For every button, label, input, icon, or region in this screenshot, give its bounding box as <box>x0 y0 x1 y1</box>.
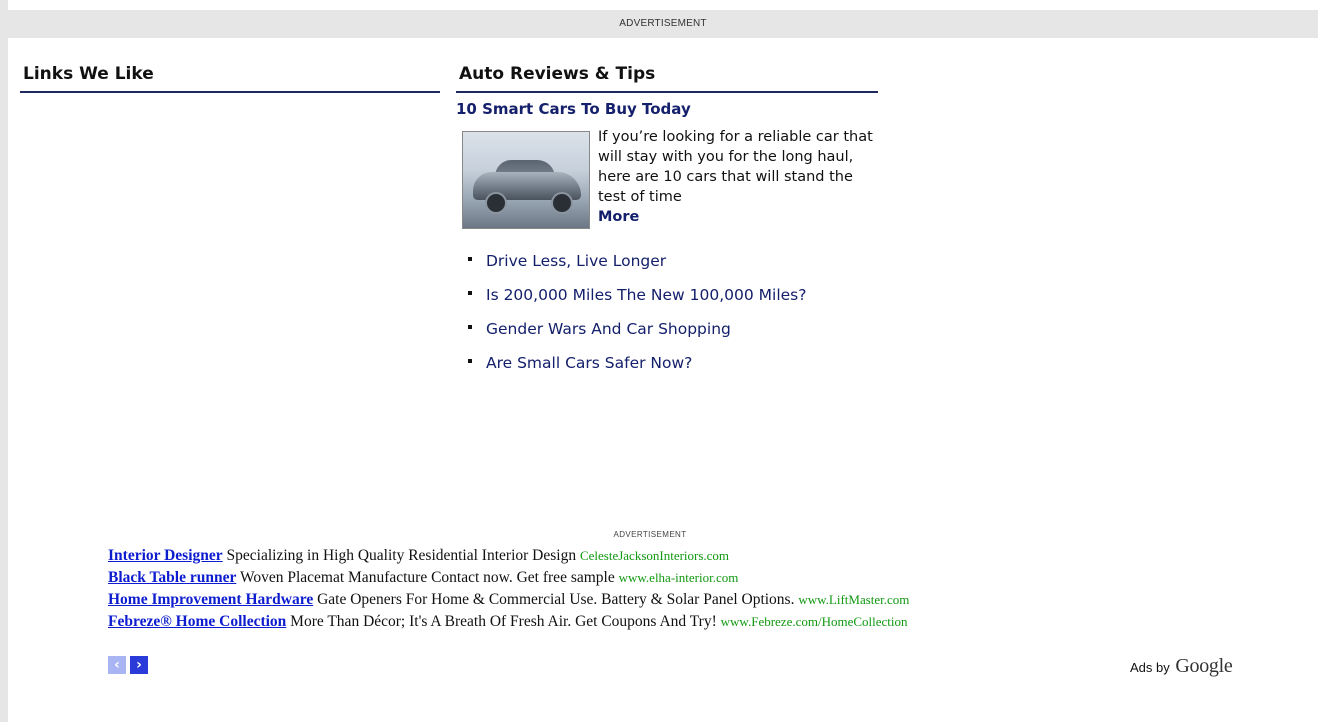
links-we-like-heading: Links We Like <box>20 60 440 93</box>
ads-by-label: Ads by <box>1130 660 1170 675</box>
ad-row: Black Table runner Woven Placemat Manufa… <box>108 567 1228 589</box>
ad-row: Febreze® Home Collection More Than Décor… <box>108 611 1228 633</box>
ad-title-link[interactable]: Home Improvement Hardware <box>108 591 313 608</box>
feature-description-text: If you’re looking for a reliable car tha… <box>598 129 873 205</box>
previous-ads-button[interactable]: ‹ <box>108 656 126 674</box>
list-item: Gender Wars And Car Shopping <box>456 319 846 339</box>
article-link-list: Drive Less, Live Longer Is 200,000 Miles… <box>456 251 878 373</box>
car-image-wheel <box>485 192 507 214</box>
feature-article-description: If you’re looking for a reliable car tha… <box>598 127 878 227</box>
chevron-left-icon: ‹ <box>114 657 120 673</box>
ad-title-link[interactable]: Interior Designer <box>108 547 223 564</box>
next-ads-button[interactable]: › <box>130 656 148 674</box>
ad-row: Home Improvement Hardware Gate Openers F… <box>108 589 1228 611</box>
auto-reviews-heading: Auto Reviews & Tips <box>456 60 878 93</box>
ad-description: More Than Décor; It's A Breath Of Fresh … <box>290 613 717 630</box>
list-item: Are Small Cars Safer Now? <box>456 353 846 373</box>
list-item: Drive Less, Live Longer <box>456 251 846 271</box>
ad-url-link[interactable]: CelesteJacksonInteriors.com <box>580 548 729 563</box>
advertisement-label: ADVERTISEMENT <box>619 18 707 29</box>
feature-car-thumbnail[interactable] <box>462 131 590 229</box>
feature-article-title[interactable]: 10 Smart Cars To Buy Today <box>456 100 878 118</box>
chevron-right-icon: › <box>136 657 142 673</box>
feature-article: If you’re looking for a reliable car tha… <box>456 127 878 233</box>
ad-description: Gate Openers For Home & Commercial Use. … <box>317 591 795 608</box>
list-item: Is 200,000 Miles The New 100,000 Miles? <box>456 285 846 305</box>
article-link[interactable]: Gender Wars And Car Shopping <box>486 320 731 338</box>
left-edge-band <box>0 0 8 722</box>
auto-reviews-section: Auto Reviews & Tips 10 Smart Cars To Buy… <box>456 60 878 387</box>
ad-pagination-controls: ‹ › <box>108 656 152 676</box>
ads-by-google-link[interactable]: Ads by Google <box>1130 655 1233 679</box>
ad-description: Woven Placemat Manufacture Contact now. … <box>239 569 615 586</box>
links-we-like-section: Links We Like <box>20 60 440 93</box>
ad-url-link[interactable]: www.elha-interior.com <box>619 570 739 585</box>
ad-url-link[interactable]: www.Febreze.com/HomeCollection <box>721 614 908 629</box>
ad-description: Specializing in High Quality Residential… <box>226 547 577 564</box>
google-logo: Google <box>1175 655 1233 677</box>
car-image-wheel <box>551 192 573 214</box>
article-link[interactable]: Are Small Cars Safer Now? <box>486 354 692 372</box>
google-ads-advertisement-label: ADVERTISEMENT <box>613 530 687 539</box>
google-ads-block: Interior Designer Specializing in High Q… <box>108 545 1228 633</box>
ad-title-link[interactable]: Febreze® Home Collection <box>108 613 286 630</box>
ad-title-link[interactable]: Black Table runner <box>108 569 236 586</box>
article-link[interactable]: Is 200,000 Miles The New 100,000 Miles? <box>486 286 806 304</box>
article-link[interactable]: Drive Less, Live Longer <box>486 252 666 270</box>
more-link[interactable]: More <box>598 207 878 227</box>
ad-row: Interior Designer Specializing in High Q… <box>108 545 1228 567</box>
top-advertisement-banner: ADVERTISEMENT <box>8 10 1318 38</box>
ad-url-link[interactable]: www.LiftMaster.com <box>798 592 909 607</box>
